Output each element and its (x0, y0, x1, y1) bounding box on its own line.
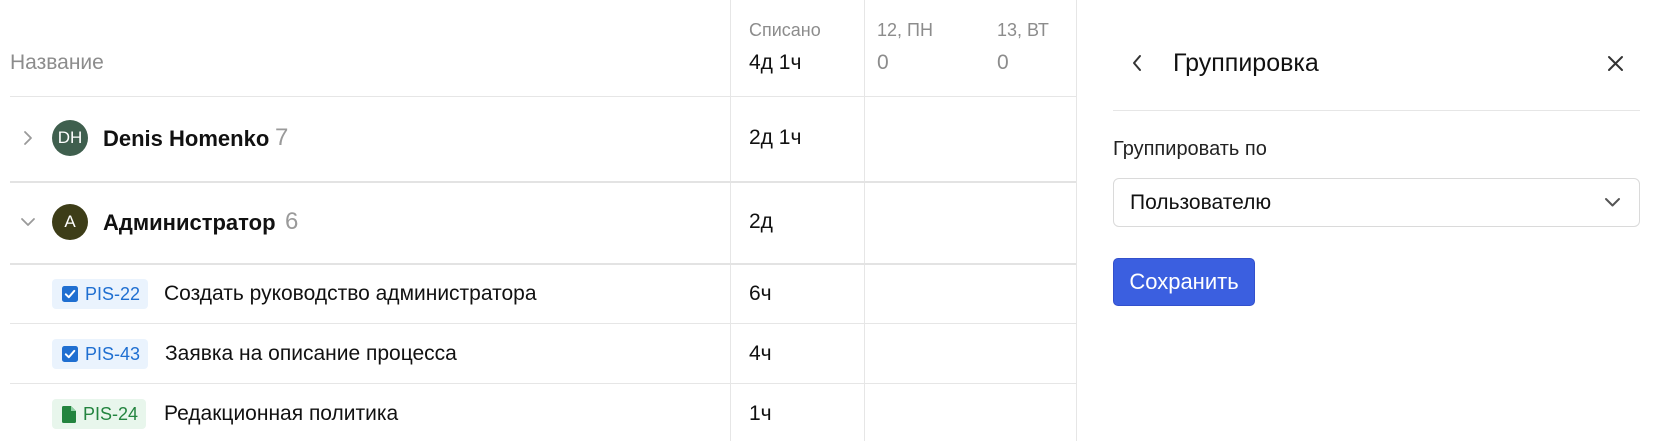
group-name: Denis Homenko (103, 126, 270, 151)
spent-total: 4д 1ч (749, 51, 802, 74)
chevron-down-icon (1604, 197, 1621, 208)
name-column-header[interactable]: Название (10, 51, 104, 75)
group-by-select[interactable]: Пользователю (1113, 178, 1640, 227)
group-by-label: Группировать по (1113, 138, 1267, 160)
group-count: 7 (275, 124, 289, 151)
panel-title: Группировка (1173, 49, 1319, 77)
issue-title[interactable]: Создать руководство администратора (164, 282, 537, 306)
column-divider (730, 0, 731, 441)
chevron-down-icon[interactable] (20, 216, 36, 228)
issue-title[interactable]: Заявка на описание процесса (165, 342, 457, 366)
chevron-right-icon[interactable] (22, 130, 34, 146)
checkbox-icon (62, 286, 78, 302)
avatar: DH (52, 120, 88, 156)
issue-key: PIS-22 (85, 283, 141, 304)
day-total: 0 (877, 51, 889, 74)
group-spent: 2д (749, 210, 773, 233)
group-by-value: Пользователю (1130, 191, 1272, 214)
header-divider (10, 96, 1076, 97)
panel-divider (1113, 110, 1640, 111)
day-column-header[interactable]: 13, ВТ (997, 20, 1049, 41)
day-column-header[interactable]: 12, ПН (877, 20, 933, 41)
column-divider (864, 0, 865, 441)
chevron-left-icon[interactable] (1131, 54, 1143, 72)
issue-key-tag[interactable]: PIS-43 (52, 339, 149, 369)
close-icon[interactable] (1607, 55, 1624, 72)
group-spent: 2д 1ч (749, 126, 802, 149)
issue-key-tag[interactable]: PIS-22 (52, 279, 149, 309)
issue-spent: 4ч (749, 342, 772, 365)
avatar: А (52, 204, 88, 240)
save-button[interactable]: Сохранить (1113, 258, 1255, 306)
row-divider (10, 383, 1076, 384)
group-divider (10, 263, 1076, 265)
group-name: Администратор (103, 210, 276, 235)
group-count: 6 (285, 208, 299, 235)
issue-spent: 6ч (749, 282, 772, 305)
day-total: 0 (997, 51, 1009, 74)
issue-key-tag[interactable]: PIS-24 (52, 399, 147, 429)
checkbox-icon (62, 346, 78, 362)
issue-title[interactable]: Редакционная политика (164, 402, 398, 426)
spent-column-header[interactable]: Списано (749, 20, 821, 41)
row-divider (10, 323, 1076, 324)
panel-divider (1076, 0, 1077, 441)
issue-key: PIS-24 (83, 403, 139, 424)
issue-key: PIS-43 (85, 343, 141, 364)
issue-spent: 1ч (749, 402, 772, 425)
group-divider (10, 181, 1076, 183)
document-icon (62, 405, 76, 423)
